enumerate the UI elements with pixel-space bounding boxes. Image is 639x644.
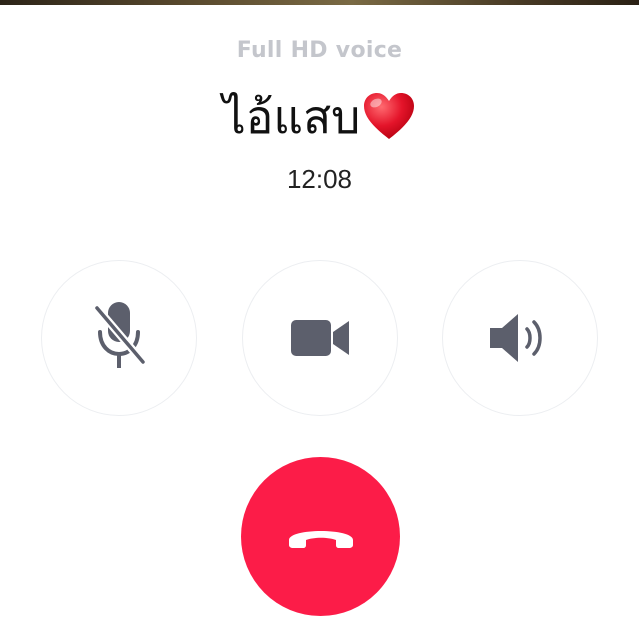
speaker-icon	[487, 312, 553, 364]
video-button[interactable]	[242, 260, 398, 416]
video-camera-icon	[289, 317, 351, 359]
heart-icon	[362, 92, 416, 142]
caller-name-row: ไอ้แสบ	[0, 82, 639, 152]
call-duration: 12:08	[286, 164, 353, 194]
speaker-button[interactable]	[442, 260, 598, 416]
call-quality-label: Full HD voice	[236, 38, 403, 63]
caller-name: ไอ้แสบ	[222, 90, 361, 144]
mute-button[interactable]	[41, 260, 197, 416]
end-call-button[interactable]	[241, 457, 400, 616]
call-screen: Full HD voice ไอ้แสบ 12:08	[0, 0, 639, 644]
phone-hangup-icon	[285, 520, 357, 554]
background-photo-strip	[0, 0, 639, 5]
microphone-muted-icon	[89, 298, 149, 378]
